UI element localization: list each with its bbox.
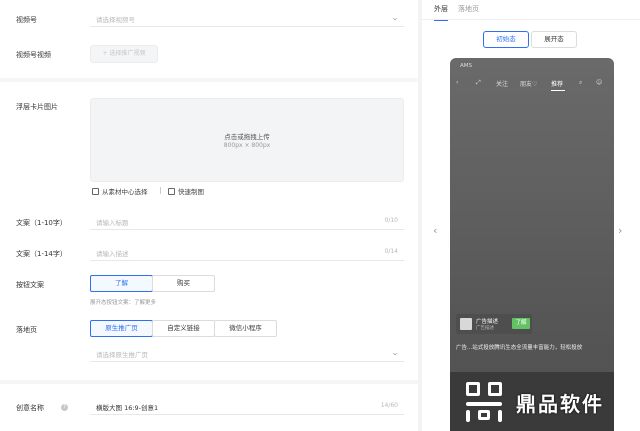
creative-name-counter: 14/60 — [380, 402, 398, 409]
floating-card-image-label: 浮层卡片图片 — [16, 103, 58, 111]
nav-active-underline — [551, 90, 565, 91]
folder-icon — [92, 187, 99, 195]
button-copy-option-learn[interactable]: 了解 — [90, 275, 153, 292]
video-account-placeholder: 请选择视频号 — [96, 16, 135, 24]
upload-size: 800px × 800px — [223, 142, 271, 149]
button-copy-hint: 展开态按钮文案：了解更多 — [90, 300, 157, 306]
ad-description: 广告...站式投放腾讯生态全流量丰富能力，轻松投放 — [456, 345, 583, 351]
ad-card: 广告描述 广告描述 了解 — [456, 314, 532, 334]
from-library-link[interactable]: 从素材中心选择 — [92, 186, 148, 196]
copy-desc-counter: 0/14 — [384, 248, 398, 255]
search-icon: ⌕ — [579, 79, 583, 86]
creative-name-input[interactable]: 横版大图 16:9-创意1 14/60 — [90, 399, 404, 415]
video-account-label: 视频号 — [16, 16, 37, 24]
watermark-text: 鼎品软件 — [516, 391, 604, 416]
copy-title-label: 文案（1-10字） — [16, 219, 67, 227]
creative-name-label: 创意名称 — [16, 404, 44, 412]
image-edit-icon — [168, 187, 175, 195]
section-divider — [0, 78, 418, 82]
landing-page-option-miniprogram[interactable]: 微信小程序 — [214, 320, 277, 337]
profile-icon: ☺ — [596, 79, 603, 86]
quick-make-link[interactable]: 快速制图 — [168, 186, 204, 196]
chevron-right-icon[interactable]: › — [618, 224, 622, 237]
help-icon[interactable]: ? — [61, 404, 68, 411]
ad-subtitle: 广告描述 — [476, 326, 494, 331]
landing-page-option-native[interactable]: 原生推广页 — [90, 320, 153, 337]
link-separator — [160, 187, 161, 194]
expand-icon: ⤢ — [476, 79, 481, 86]
phone-nav: ‹ ⤢ 关注 朋友♡ 推荐 ⌕ ☺ — [450, 79, 614, 91]
state-expanded-button[interactable]: 展开态 — [531, 31, 577, 48]
chevron-left-icon[interactable]: ‹ — [433, 224, 437, 237]
copy-title-counter: 0/10 — [384, 217, 398, 224]
copy-desc-placeholder: 请输入描述 — [96, 250, 129, 258]
landing-page-option-custom[interactable]: 自定义链接 — [152, 320, 215, 337]
nav-friends: 朋友♡ — [520, 81, 538, 88]
tabs-divider — [422, 19, 640, 20]
video-account-select[interactable]: 请选择视频号 ⌄ — [90, 11, 404, 27]
video-account-video-label: 视频号视频 — [16, 51, 51, 59]
image-upload-area[interactable]: 点击或拖拽上传 800px × 800px — [90, 98, 404, 182]
watermark-logo: 鼎品软件 — [466, 382, 604, 422]
quick-make-label: 快速制图 — [178, 188, 204, 196]
ad-title: 广告描述 — [476, 319, 499, 325]
chevron-down-icon: ⌄ — [390, 349, 400, 357]
nav-follow: 关注 — [496, 81, 509, 88]
landing-page-label: 落地页 — [16, 326, 37, 334]
native-page-select[interactable]: 请选择原生推广页 ⌄ — [90, 346, 404, 362]
watermark-mark-icon — [466, 382, 506, 422]
status-bar-text: AMS — [460, 63, 472, 69]
section-divider — [0, 380, 418, 384]
creative-name-value: 横版大图 16:9-创意1 — [96, 404, 159, 412]
nav-recommend: 推荐 — [551, 81, 564, 88]
ad-thumbnail — [460, 318, 472, 330]
copy-title-placeholder: 请输入标题 — [96, 219, 129, 227]
back-icon: ‹ — [456, 79, 459, 86]
chevron-down-icon: ⌄ — [390, 14, 400, 22]
copy-desc-label: 文案（1-14字） — [16, 250, 67, 258]
select-promo-video-button[interactable]: + 选择推广视频 — [90, 45, 158, 63]
from-library-label: 从素材中心选择 — [102, 188, 148, 196]
native-page-placeholder: 请选择原生推广页 — [96, 351, 148, 359]
button-copy-label: 按钮文案 — [16, 281, 44, 289]
ad-cta-button: 了解 — [512, 318, 530, 329]
upload-text: 点击或拖拽上传 — [224, 133, 270, 141]
button-copy-option-buy[interactable]: 购买 — [152, 275, 215, 292]
state-initial-button[interactable]: 初始态 — [483, 31, 529, 48]
phone-preview: AMS ‹ ⤢ 关注 朋友♡ 推荐 ⌕ ☺ 广告描述 广告描述 了解 广告...… — [450, 58, 614, 431]
ad-creative-form: 视频号 请选择视频号 ⌄ 视频号视频 + 选择推广视频 浮层卡片图片 点击或拖拽… — [0, 0, 418, 431]
copy-title-input[interactable]: 请输入标题 0/10 — [90, 214, 404, 230]
copy-desc-input[interactable]: 请输入描述 0/14 — [90, 245, 404, 261]
